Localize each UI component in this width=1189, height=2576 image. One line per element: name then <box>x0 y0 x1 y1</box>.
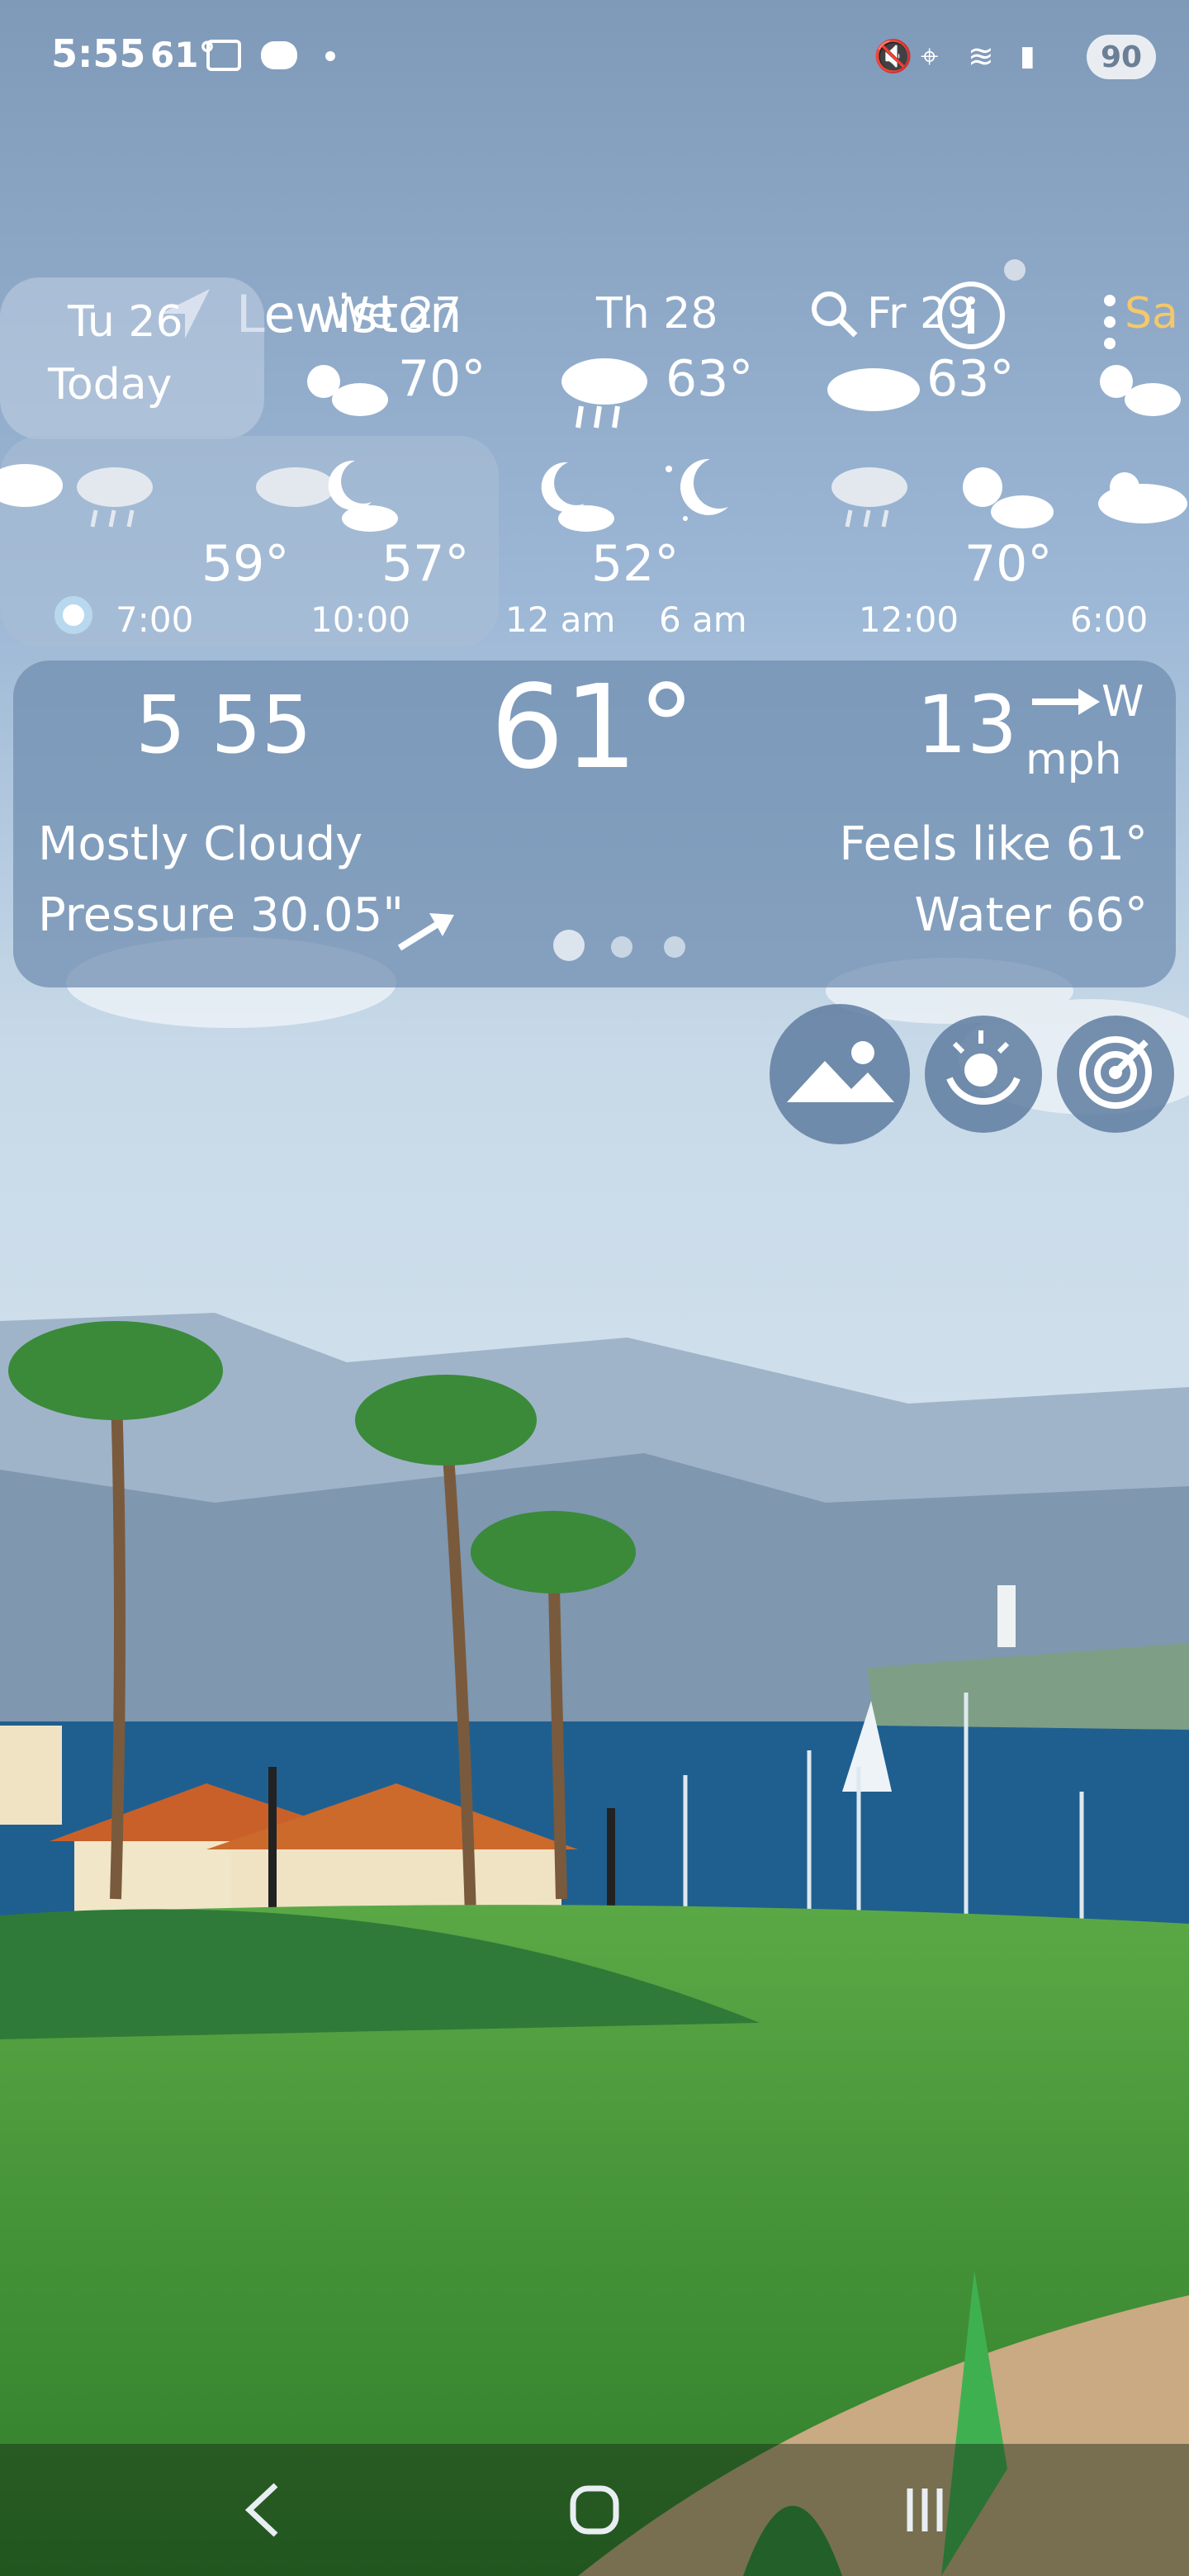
daily-forecast-strip[interactable]: Tu 26 Today We 27 70° Th 28 63° Fr 29 63… <box>0 277 1189 443</box>
hour-temp: 57° <box>381 535 470 593</box>
day-card[interactable]: Th 28 63° <box>528 277 776 429</box>
app-bar: Lewiston <box>0 132 1189 349</box>
day-temp: 70° <box>398 350 486 408</box>
current-conditions-card[interactable]: 5 55 61° 13 W mph Mostly Cloudy Feels li… <box>13 661 1176 987</box>
hour-temp: 70° <box>964 535 1053 593</box>
hour-label: 12 am <box>505 599 616 640</box>
day-label: Th 28 <box>596 289 718 339</box>
radar-icon <box>1070 1027 1161 1121</box>
radar-button[interactable] <box>1057 1016 1174 1133</box>
wind-unit: mph <box>1026 735 1122 784</box>
wind-direction: W <box>1101 677 1144 727</box>
day-label: We 27 <box>327 289 462 339</box>
dot-icon <box>325 51 335 61</box>
hour-temp: 52° <box>591 535 680 593</box>
current-time-marker <box>54 596 92 634</box>
signal-icon: ▮ <box>1020 40 1035 73</box>
rain-cloud-icon <box>824 457 915 543</box>
screenshot-icon <box>206 40 241 71</box>
condition-text: Mostly Cloudy <box>38 817 363 871</box>
current-temperature: 61° <box>490 661 696 795</box>
page-dot[interactable] <box>611 936 632 958</box>
cloud-icon <box>0 452 66 522</box>
sun-moon-button[interactable] <box>925 1016 1042 1133</box>
current-time: 5 55 <box>135 679 312 771</box>
day-temp: 63° <box>666 350 754 408</box>
mute-icon: 🔇 <box>874 38 913 74</box>
landscape-icon <box>782 1031 898 1117</box>
pressure-text: Pressure 30.05" <box>38 888 404 942</box>
hour-label: 7:00 <box>116 599 194 640</box>
page-dot-active[interactable] <box>553 930 585 961</box>
rain-cloud-icon <box>557 348 656 443</box>
status-bar: 5:55 61° 🔇 ⌖ ≋ ▮ 90 <box>0 0 1189 116</box>
sun-cloud-icon <box>1090 457 1189 535</box>
status-time: 5:55 <box>51 31 146 76</box>
rain-moon-cloud-icon <box>248 452 405 547</box>
hour-label: 6:00 <box>1070 599 1149 640</box>
moon-cloud-icon <box>537 456 628 542</box>
hour-label: 12:00 <box>859 599 959 640</box>
location-icon: ⌖ <box>921 38 939 74</box>
sun-cloud-icon <box>294 348 393 426</box>
hour-temp: 59° <box>201 535 290 593</box>
day-card[interactable]: Fr 29 63° <box>793 277 1040 418</box>
wind-arrow-icon <box>1029 685 1103 722</box>
sun-cloud-icon <box>1087 348 1186 426</box>
day-card-partial[interactable]: Sa <box>1057 277 1189 418</box>
back-button[interactable] <box>213 2460 312 2559</box>
home-button[interactable] <box>545 2460 644 2559</box>
day-card-today[interactable]: Tu 26 Today <box>0 277 264 439</box>
wind-speed: 13 <box>917 679 1018 771</box>
water-temp-text: Water 66° <box>914 888 1148 942</box>
day-label: Sa <box>1125 289 1178 339</box>
hour-label: 6 am <box>659 599 747 640</box>
feels-like-text: Feels like 61° <box>839 817 1148 871</box>
page-dot[interactable] <box>664 936 685 958</box>
scene-button[interactable] <box>770 1004 910 1144</box>
sun-cloud-icon <box>950 454 1057 540</box>
wifi-icon: ≋ <box>968 38 994 74</box>
day-temp: 63° <box>926 350 1015 408</box>
day-label: Fr 29 <box>867 289 975 339</box>
chat-icon <box>261 41 297 69</box>
pressure-trend-arrow-icon <box>393 908 459 961</box>
cloud-icon <box>824 357 923 418</box>
recents-button[interactable] <box>875 2460 974 2559</box>
sun-orbit-icon <box>938 1027 1029 1121</box>
hourly-forecast[interactable]: 59° 57° 52° 70° 7:00 10:00 12 am 6 am 12… <box>0 436 1189 651</box>
rain-cloud-icon <box>69 457 160 543</box>
battery-badge: 90 <box>1087 35 1156 79</box>
day-sublabel: Today <box>48 360 173 410</box>
day-card[interactable]: We 27 70° <box>264 277 512 418</box>
hour-label: 10:00 <box>310 599 411 640</box>
day-label: Tu 26 <box>68 297 183 347</box>
moon-stars-icon <box>652 452 743 538</box>
